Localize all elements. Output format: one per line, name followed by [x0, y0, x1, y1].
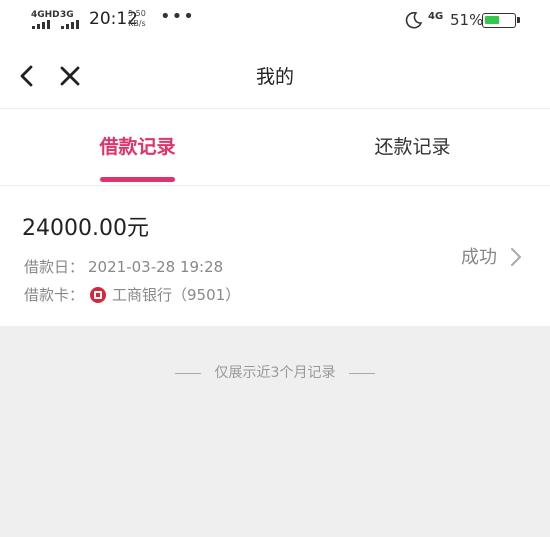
records-range-text: 仅展示近3个月记录 — [214, 365, 336, 381]
signal-icon — [32, 20, 50, 29]
page-title: 我的 — [255, 66, 294, 88]
divider — [0, 185, 550, 186]
moon-icon — [405, 12, 422, 29]
status-bar: 4GHD 3G 20:12 5.50 KB/s ••• 4G 51% — [0, 0, 550, 44]
divider-line — [349, 372, 376, 374]
tab-borrow-records[interactable]: 借款记录 — [0, 132, 275, 159]
network-speed-unit: KB/s — [128, 19, 146, 28]
battery-level — [485, 16, 499, 24]
signal-icon — [61, 20, 79, 29]
battery-percentage: 51% — [450, 11, 484, 29]
loan-card-row: 借款卡： 工商银行（9501） — [24, 284, 240, 305]
bank-name: 工商银行（9501） — [112, 286, 241, 304]
network-type-4ghd: 4GHD — [31, 10, 60, 20]
battery-icon — [482, 13, 520, 28]
more-notifications-icon: ••• — [160, 6, 195, 27]
loan-date-row: 借款日： 2021-03-28 19:28 — [24, 256, 223, 277]
records-range-note: 仅展示近3个月记录 — [0, 362, 550, 382]
network-speed: 5.50 KB/s — [128, 9, 146, 29]
divider-line — [174, 372, 201, 374]
battery-tip — [517, 17, 520, 23]
status-badge: 成功 — [461, 247, 497, 268]
divider — [0, 108, 550, 109]
tab-indicator — [100, 177, 175, 182]
network-type-3g: 3G — [60, 10, 74, 20]
network-type-4g: 4G — [428, 11, 444, 22]
loan-date-value: 2021-03-28 19:28 — [88, 257, 224, 276]
loan-date-label: 借款日： — [24, 258, 85, 276]
content-panel: 4GHD 3G 20:12 5.50 KB/s ••• 4G 51% 我的 借款… — [0, 0, 550, 326]
loan-card-label: 借款卡： — [24, 286, 85, 304]
loan-amount: 24000.00元 — [22, 216, 149, 241]
tab-repay-records[interactable]: 还款记录 — [275, 132, 550, 159]
icbc-logo-icon — [90, 286, 107, 303]
chevron-right-icon — [511, 248, 521, 266]
network-speed-value: 5.50 — [128, 9, 146, 18]
